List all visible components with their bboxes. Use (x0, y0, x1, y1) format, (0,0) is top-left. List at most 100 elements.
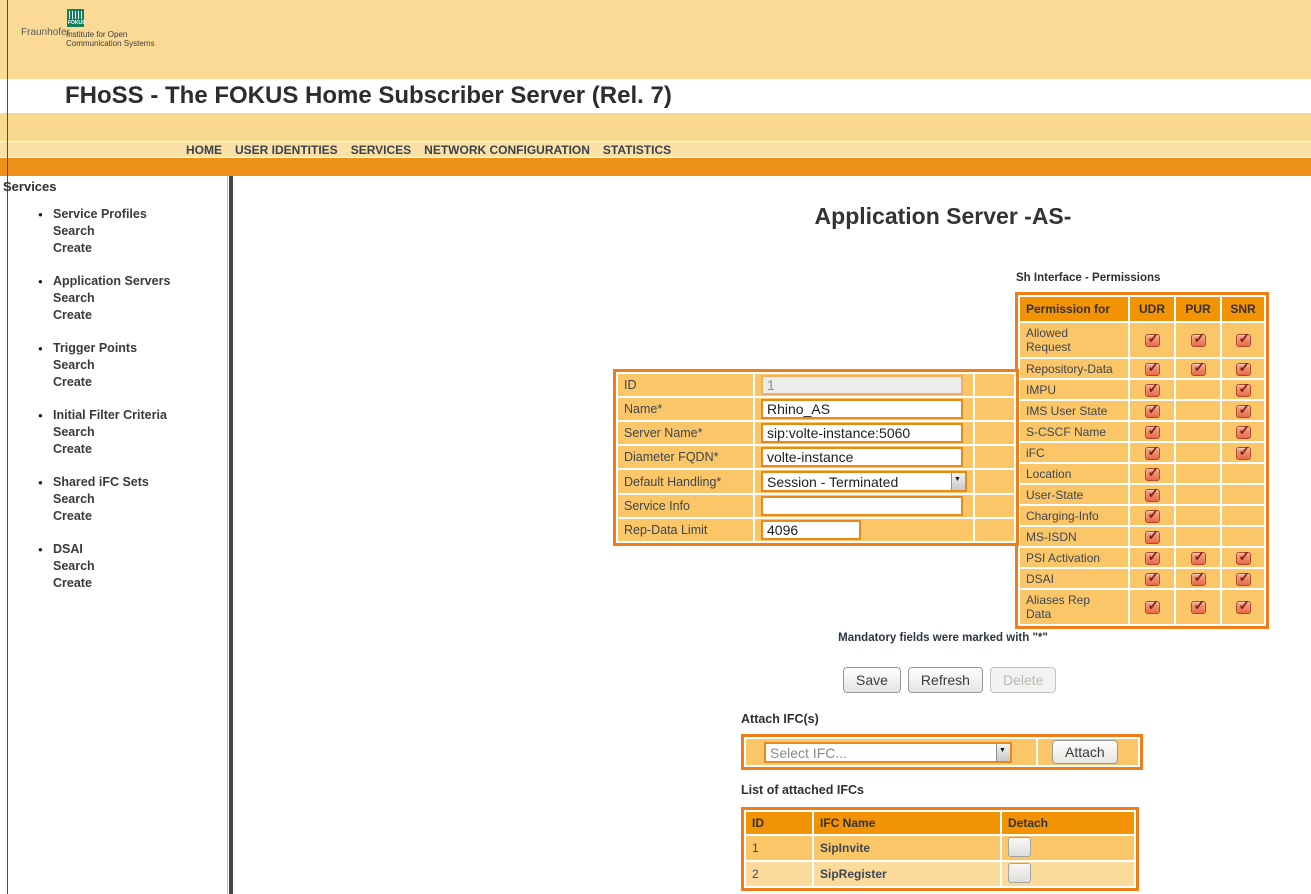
dropdown-arrow-icon[interactable] (951, 473, 965, 490)
initial-filter-criteria-create-link[interactable]: Create (40, 441, 170, 458)
pur-checkbox[interactable] (1176, 401, 1220, 420)
sidebar-group-dsai: DSAI Search Create (40, 541, 170, 592)
nav-home[interactable]: HOME (186, 143, 222, 157)
sidebar-item-trigger-points: Trigger Points (40, 340, 170, 357)
shared-ifc-sets-create-link[interactable]: Create (40, 508, 170, 525)
permission-row: Charging-Info (1020, 506, 1264, 525)
pur-checkbox[interactable] (1176, 485, 1220, 504)
nav-statistics[interactable]: STATISTICS (603, 143, 671, 157)
dropdown-arrow-icon[interactable] (996, 744, 1010, 761)
udr-checkbox[interactable] (1130, 380, 1174, 399)
udr-checkbox[interactable] (1130, 527, 1174, 546)
sidebar-divider[interactable] (229, 176, 233, 894)
pur-checkbox[interactable] (1176, 527, 1220, 546)
rep-data-limit-field[interactable] (761, 520, 861, 540)
udr-checkbox[interactable] (1130, 422, 1174, 441)
pur-checkbox[interactable] (1176, 464, 1220, 483)
dsai-create-link[interactable]: Create (40, 575, 170, 592)
nav-network-configuration[interactable]: NETWORK CONFIGURATION (424, 143, 590, 157)
snr-checkbox[interactable] (1222, 590, 1264, 624)
pur-checkbox[interactable] (1176, 590, 1220, 624)
checkbox-checked-icon (1145, 447, 1160, 460)
pur-checkbox[interactable] (1176, 422, 1220, 441)
udr-checkbox[interactable] (1130, 464, 1174, 483)
checkbox-checked-icon (1145, 384, 1160, 397)
checkbox-checked-icon (1236, 447, 1251, 460)
shared-ifc-sets-search-link[interactable]: Search (40, 491, 170, 508)
permission-row: Repository-Data (1020, 359, 1264, 378)
name-field[interactable] (761, 399, 963, 419)
udr-checkbox[interactable] (1130, 506, 1174, 525)
save-button[interactable]: Save (843, 667, 901, 693)
delete-button[interactable]: Delete (990, 667, 1056, 693)
nav-services[interactable]: SERVICES (351, 143, 411, 157)
sidebar-group-service-profiles: Service Profiles Search Create (40, 206, 170, 257)
application-servers-search-link[interactable]: Search (40, 290, 170, 307)
permission-label: Allowed Request (1020, 323, 1128, 357)
detach-button[interactable] (1008, 863, 1031, 883)
pur-checkbox[interactable] (1176, 569, 1220, 588)
trigger-points-search-link[interactable]: Search (40, 357, 170, 374)
udr-checkbox[interactable] (1130, 359, 1174, 378)
snr-checkbox[interactable] (1222, 323, 1264, 357)
snr-checkbox[interactable] (1222, 569, 1264, 588)
snr-checkbox[interactable] (1222, 506, 1264, 525)
form-spacer-cell (975, 422, 1014, 444)
server-name-field[interactable] (761, 423, 963, 443)
diameter-fqdn-label: Diameter FQDN* (618, 446, 753, 468)
dsai-search-link[interactable]: Search (40, 558, 170, 575)
snr-checkbox[interactable] (1222, 443, 1264, 462)
permission-label: PSI Activation (1020, 548, 1128, 567)
udr-checkbox[interactable] (1130, 323, 1174, 357)
snr-checkbox[interactable] (1222, 527, 1264, 546)
attach-ifc-row: Select IFC... Attach (746, 739, 1138, 765)
initial-filter-criteria-search-link[interactable]: Search (40, 424, 170, 441)
checkbox-checked-icon (1236, 573, 1251, 586)
snr-checkbox[interactable] (1222, 401, 1264, 420)
service-profiles-create-link[interactable]: Create (40, 240, 170, 257)
service-info-field[interactable] (761, 496, 963, 516)
udr-checkbox[interactable] (1130, 548, 1174, 567)
udr-checkbox[interactable] (1130, 569, 1174, 588)
form-row-rep-data-limit: Rep-Data Limit (618, 519, 1014, 541)
select-ifc-value: Select IFC... (766, 744, 1010, 762)
sidebar-menu: Service Profiles Search Create Applicati… (40, 206, 170, 608)
snr-checkbox[interactable] (1222, 380, 1264, 399)
pur-checkbox[interactable] (1176, 548, 1220, 567)
fokus-logo-bars (69, 11, 82, 19)
service-info-label: Service Info (618, 495, 753, 517)
snr-checkbox[interactable] (1222, 548, 1264, 567)
pur-checkbox[interactable] (1176, 506, 1220, 525)
snr-checkbox[interactable] (1222, 359, 1264, 378)
server-name-label: Server Name* (618, 422, 753, 444)
refresh-button[interactable]: Refresh (908, 667, 983, 693)
application-servers-create-link[interactable]: Create (40, 307, 170, 324)
checkbox-checked-icon (1145, 510, 1160, 523)
trigger-points-create-link[interactable]: Create (40, 374, 170, 391)
fokus-logo-icon: FOKUS (67, 9, 84, 27)
form-spacer-cell (975, 519, 1014, 541)
pur-checkbox[interactable] (1176, 380, 1220, 399)
snr-checkbox[interactable] (1222, 464, 1264, 483)
pur-checkbox[interactable] (1176, 443, 1220, 462)
pur-checkbox[interactable] (1176, 323, 1220, 357)
attached-ifcs-header-row: ID IFC Name Detach (746, 812, 1134, 834)
diameter-fqdn-field[interactable] (761, 447, 963, 467)
nav-user-identities[interactable]: USER IDENTITIES (235, 143, 338, 157)
default-handling-select[interactable]: Session - Terminated (761, 471, 967, 492)
attach-button[interactable]: Attach (1052, 740, 1118, 764)
permission-row: iFC (1020, 443, 1264, 462)
udr-checkbox[interactable] (1130, 485, 1174, 504)
form-spacer-cell (975, 446, 1014, 468)
detach-button[interactable] (1008, 837, 1031, 857)
checkbox-checked-icon (1236, 426, 1251, 439)
service-profiles-search-link[interactable]: Search (40, 223, 170, 240)
udr-checkbox[interactable] (1130, 590, 1174, 624)
pur-checkbox[interactable] (1176, 359, 1220, 378)
udr-checkbox[interactable] (1130, 401, 1174, 420)
snr-checkbox[interactable] (1222, 422, 1264, 441)
select-ifc-dropdown[interactable]: Select IFC... (764, 742, 1012, 763)
udr-checkbox[interactable] (1130, 443, 1174, 462)
snr-checkbox[interactable] (1222, 485, 1264, 504)
sidebar-group-initial-filter-criteria: Initial Filter Criteria Search Create (40, 407, 170, 458)
